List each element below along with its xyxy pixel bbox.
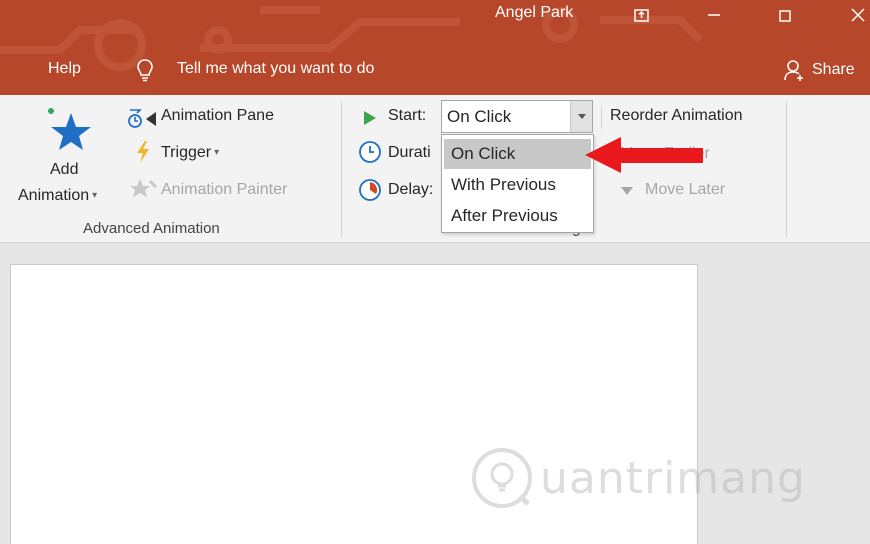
ribbon-display-icon: [634, 9, 649, 22]
delay-clock-icon: [359, 179, 381, 201]
advanced-animation-group-label: Advanced Animation: [83, 220, 220, 237]
share-button[interactable]: Share: [784, 58, 855, 82]
reorder-divider: [601, 107, 602, 129]
minimize-window-icon: [708, 14, 720, 16]
menu-row: Help Tell me what you want to do Share: [0, 52, 870, 86]
chevron-down-icon: ▾: [92, 190, 98, 202]
start-label: Start:: [388, 107, 427, 124]
add-animation-star-icon: [48, 108, 91, 150]
trigger-button[interactable]: Trigger ▾: [161, 144, 219, 162]
trigger-lightning-icon: [137, 141, 149, 163]
ribbon-display-button[interactable]: [622, 0, 662, 30]
start-dropdown[interactable]: On Click: [441, 100, 593, 133]
play-triangle-icon: [364, 111, 376, 125]
restore-button[interactable]: [766, 0, 806, 30]
user-name: Angel Park: [495, 4, 574, 21]
move-later-button[interactable]: Move Later: [645, 181, 725, 199]
close-button[interactable]: [838, 0, 870, 30]
start-options-list: On Click With Previous After Previous: [441, 134, 594, 233]
close-window-icon: [851, 8, 865, 22]
move-later-arrow-icon: [621, 187, 633, 195]
red-annotation-arrow: [585, 137, 703, 173]
watermark: uantrimang: [470, 442, 806, 514]
title-bar: Angel Park Help Tell me what you want to…: [0, 0, 870, 95]
help-tab[interactable]: Help: [48, 60, 81, 78]
lightbulb-icon: [137, 59, 153, 82]
group-divider-2: [786, 101, 787, 237]
reorder-animation-label: Reorder Animation: [610, 107, 743, 124]
delay-label: Delay:: [388, 181, 434, 198]
start-option-on-click[interactable]: On Click: [444, 139, 591, 169]
trigger-label: Trigger: [161, 144, 212, 161]
group-divider: [341, 101, 342, 237]
add-animation-label-1: Add: [50, 161, 79, 178]
start-option-after-previous[interactable]: After Previous: [444, 201, 591, 231]
duration-label: Durati: [388, 144, 431, 161]
watermark-logo-icon: [472, 448, 532, 508]
minimize-button[interactable]: [694, 0, 734, 30]
chevron-down-icon: ▾: [214, 147, 220, 159]
animation-painter-button[interactable]: Animation Painter: [161, 181, 287, 199]
share-label: Share: [812, 61, 855, 78]
add-animation-label-2-text: Animation: [18, 187, 90, 204]
start-dropdown-value: On Click: [447, 107, 512, 126]
watermark-text: uantrimang: [540, 452, 806, 504]
person-add-icon: [784, 60, 803, 81]
start-option-with-previous[interactable]: With Previous: [444, 170, 591, 200]
animation-pane-icon: [128, 109, 156, 128]
animation-painter-icon: [130, 179, 158, 197]
tell-me-search[interactable]: Tell me what you want to do: [177, 60, 374, 78]
animation-pane-button[interactable]: Animation Pane: [161, 107, 274, 125]
add-animation-label-2[interactable]: Animation ▾: [18, 187, 97, 205]
duration-clock-icon: [359, 141, 381, 163]
chevron-down-icon[interactable]: [570, 101, 592, 132]
ribbon: Add Animation ▾ Animation Pane Trigger ▾ A…: [0, 95, 870, 243]
restore-window-icon: [779, 10, 791, 22]
